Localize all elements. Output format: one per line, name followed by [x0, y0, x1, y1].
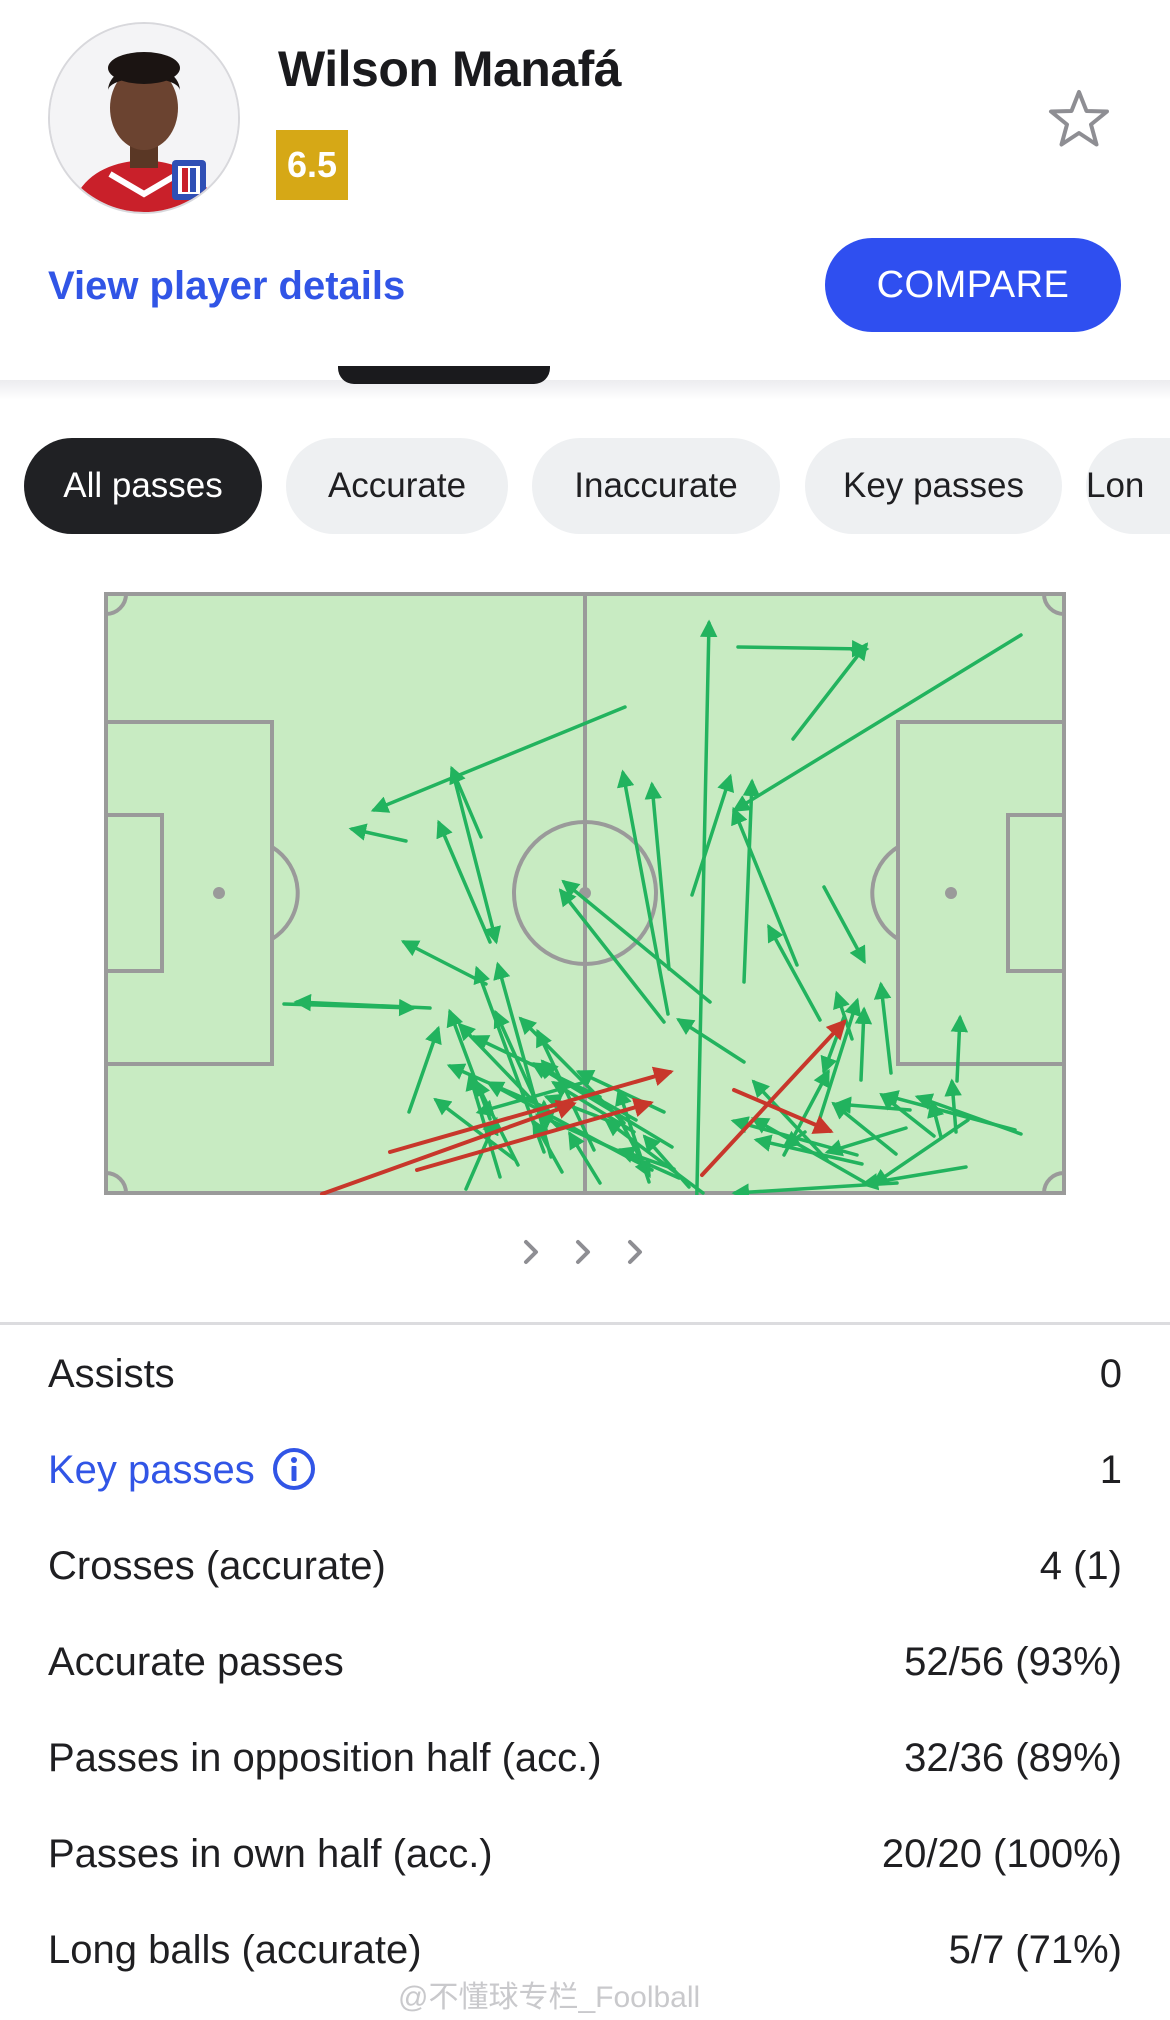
stat-label: Crosses (accurate) [48, 1544, 386, 1588]
tab-indicator [338, 366, 550, 384]
stat-label: Accurate passes [48, 1640, 344, 1684]
stat-row-own-half: Passes in own half (acc.) 20/20 (100%) [48, 1832, 1122, 1892]
stat-row-accurate-passes: Accurate passes 52/56 (93%) [48, 1640, 1122, 1700]
star-outline-icon[interactable] [1046, 86, 1112, 152]
player-header: Wilson Manafá 6.5 View player details CO… [0, 0, 1170, 380]
stat-row-opposition-half: Passes in opposition half (acc.) 32/36 (… [48, 1736, 1122, 1796]
pass-map [104, 592, 1066, 1236]
stat-row-assists: Assists 0 [48, 1352, 1122, 1412]
accurate-pass-arrow [736, 640, 870, 658]
pass-filter-bar: All passes Accurate Inaccurate Key passe… [0, 438, 1170, 534]
chevron-right-icon [576, 1240, 590, 1264]
filter-all-passes[interactable]: All passes [24, 438, 262, 534]
stat-row-key-passes: Key passes 1 [48, 1448, 1122, 1508]
chevron-right-icon [524, 1240, 538, 1264]
pitch-direction-indicator [512, 1232, 662, 1272]
view-player-details-link[interactable]: View player details [48, 264, 405, 309]
stat-value: 4 (1) [1039, 1544, 1122, 1588]
header-shadow [0, 380, 1170, 400]
stat-label: Passes in own half (acc.) [48, 1832, 493, 1876]
rating-badge: 6.5 [276, 130, 348, 200]
chevron-right-icon [628, 1240, 642, 1264]
filter-key-passes[interactable]: Key passes [805, 438, 1062, 534]
player-name: Wilson Manafá [278, 41, 622, 97]
stat-row-crosses: Crosses (accurate) 4 (1) [48, 1544, 1122, 1604]
stat-value: 52/56 (93%) [904, 1640, 1122, 1684]
filter-long-balls[interactable]: Lon [1086, 438, 1170, 534]
info-icon[interactable] [272, 1447, 316, 1491]
stat-label: Long balls (accurate) [48, 1928, 422, 1972]
stat-value: 32/36 (89%) [904, 1736, 1122, 1780]
stat-value: 20/20 (100%) [881, 1832, 1122, 1876]
filter-inaccurate[interactable]: Inaccurate [532, 438, 780, 534]
compare-button[interactable]: COMPARE [825, 238, 1121, 332]
stat-value: 5/7 (71%) [948, 1928, 1122, 1972]
stat-label: Assists [48, 1352, 175, 1396]
stat-value: 0 [1099, 1352, 1122, 1396]
watermark: @不懂球专栏_Foolball [398, 1981, 701, 2014]
stat-label: Passes in opposition half (acc.) [48, 1736, 602, 1780]
player-avatar[interactable] [48, 22, 240, 214]
filter-accurate[interactable]: Accurate [286, 438, 508, 534]
player-photo-icon [50, 24, 238, 212]
section-divider [0, 1322, 1170, 1325]
filter-long-balls-label: Lon [1086, 466, 1145, 505]
stat-value: 1 [1099, 1448, 1122, 1492]
key-passes-link[interactable]: Key passes [48, 1448, 255, 1493]
